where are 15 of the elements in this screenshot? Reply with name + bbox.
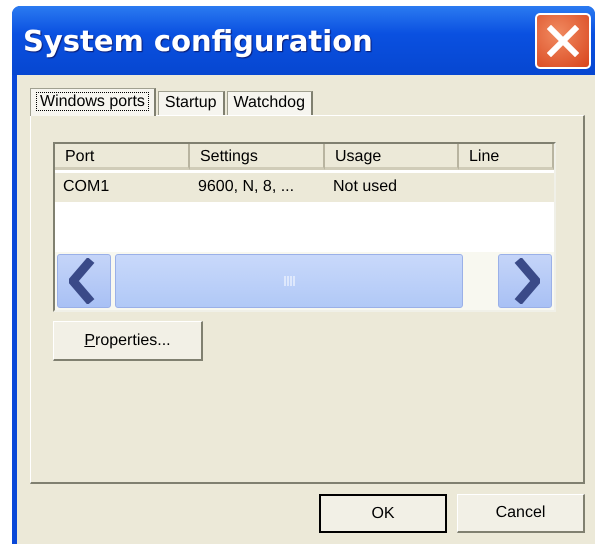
column-header[interactable]: Line (459, 144, 554, 170)
dialog-button[interactable]: OK (319, 494, 447, 533)
tab[interactable]: Watchdog (226, 91, 313, 115)
column-header[interactable]: Port (55, 144, 190, 170)
tab[interactable]: Windows ports (30, 88, 156, 116)
dialog-button[interactable]: Cancel (457, 494, 585, 533)
window-title: System configuration (23, 24, 373, 58)
column-header[interactable]: Usage (325, 144, 459, 170)
table-cell-text: 9600, N, 8, ... (197, 177, 296, 197)
column-header[interactable]: Settings (190, 144, 325, 170)
table-cell-text: Not used (332, 177, 398, 197)
properties-button[interactable]: Properties... (53, 321, 203, 361)
tab[interactable]: Startup (158, 91, 225, 115)
table-row[interactable]: COM1 9600, N, 8, ... Not used (55, 173, 554, 202)
table-cell-text: COM1 (62, 177, 110, 197)
